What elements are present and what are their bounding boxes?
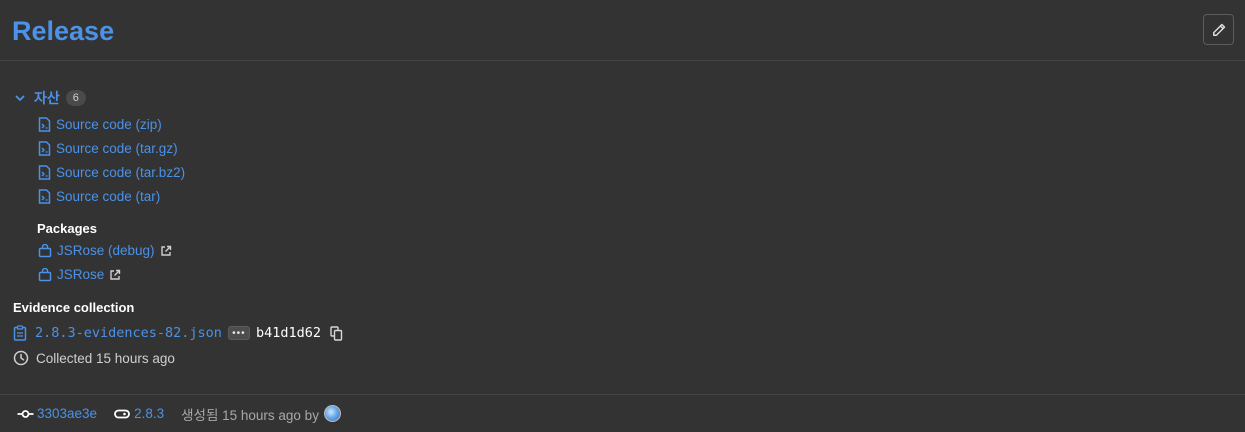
external-link-icon (160, 245, 171, 256)
package-jsrose-debug-link[interactable]: JSRose (debug) (38, 243, 172, 258)
evidence-file-link[interactable]: 2.8.3-evidences-82.json (35, 325, 222, 341)
source-targz-link[interactable]: Source code (tar.gz) (38, 141, 178, 156)
package-jsrose-debug-label: JSRose (debug) (57, 243, 155, 258)
release-header: Release (0, 0, 1245, 61)
source-tarbz2-link[interactable]: Source code (tar.bz2) (38, 165, 185, 180)
doc-code-icon (38, 141, 51, 156)
tag-link[interactable]: 2.8.3 (114, 406, 164, 421)
page-title: Release (12, 16, 115, 46)
evidence-sha: b41d1d62 (255, 325, 321, 341)
copy-icon (330, 325, 343, 341)
source-targz-label: Source code (tar.gz) (56, 141, 178, 156)
pencil-icon (1212, 23, 1225, 36)
clipboard-icon (13, 325, 27, 341)
package-jsrose-link[interactable]: JSRose (38, 267, 121, 282)
doc-code-icon (38, 189, 51, 204)
doc-code-icon (38, 165, 51, 180)
package-jsrose-label: JSRose (57, 267, 105, 282)
assets-toggle[interactable]: 자산 6 (14, 88, 86, 108)
collected-status: Collected 15 hours ago (13, 350, 175, 366)
source-tar-label: Source code (tar) (56, 189, 161, 204)
chevron-down-icon (15, 95, 25, 101)
package-icon (38, 243, 52, 257)
source-tarbz2-label: Source code (tar.bz2) (56, 165, 186, 180)
tag-name: 2.8.3 (134, 406, 165, 421)
commit-link[interactable]: 3303ae3e (17, 406, 97, 421)
copy-sha-button[interactable] (330, 325, 343, 341)
expand-evidence-button[interactable]: ••• (227, 326, 250, 340)
package-icon (38, 267, 52, 281)
release-page: Release 자산 6 Source code (zip) Source co… (0, 0, 1245, 432)
clock-icon (13, 350, 29, 366)
evidence-heading: Evidence collection (13, 300, 135, 315)
edit-release-button[interactable] (1203, 14, 1234, 45)
author-avatar[interactable] (323, 405, 341, 422)
assets-count-badge: 6 (65, 90, 86, 106)
assets-label: 자산 (34, 90, 60, 106)
source-zip-link[interactable]: Source code (zip) (38, 117, 162, 132)
source-zip-label: Source code (zip) (56, 117, 162, 132)
packages-heading: Packages (37, 221, 97, 236)
external-link-icon (110, 269, 121, 280)
evidence-row: 2.8.3-evidences-82.json ••• b41d1d62 (13, 323, 343, 343)
commit-icon (17, 409, 34, 418)
source-tar-link[interactable]: Source code (tar) (38, 189, 160, 204)
collected-text: Collected 15 hours ago (36, 350, 175, 366)
release-footer: 3303ae3e 2.8.3 생성됨 15 hours ago by (0, 394, 1245, 432)
commit-sha: 3303ae3e (37, 406, 98, 421)
created-info: 생성됨 15 hours ago by (181, 407, 319, 423)
doc-code-icon (38, 117, 51, 132)
tag-icon (114, 409, 130, 418)
